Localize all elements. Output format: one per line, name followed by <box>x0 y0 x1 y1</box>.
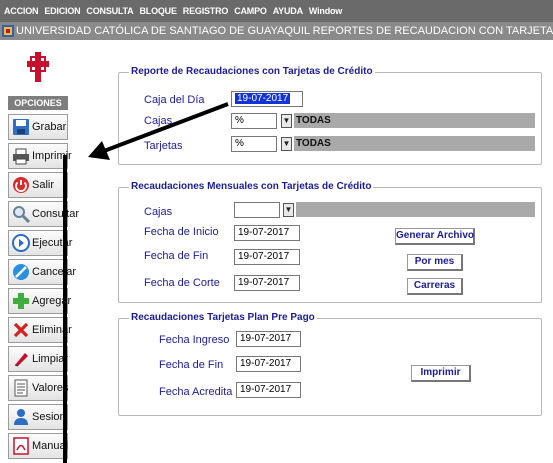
delete-icon <box>13 322 29 338</box>
fecha-fin-prepago-field[interactable]: 19-07-2017 <box>236 356 301 372</box>
fecha-ingreso-label: Fecha Ingreso <box>159 334 230 346</box>
monthly-collections-panel: Recaudaciones Mensuales con Tarjetas de … <box>118 181 542 303</box>
cajas-description: TODAS <box>294 113 535 128</box>
fecha-corte-label: Fecha de Corte <box>144 277 220 289</box>
cancel-icon <box>13 264 29 280</box>
prepaid-plan-collections-panel: Recaudaciones Tarjetas Plan Pre Pago Fec… <box>118 312 542 416</box>
caja-del-dia-value: 19-07-2017 <box>235 93 291 104</box>
eraser-icon <box>14 353 28 367</box>
manual-label: Manual <box>32 440 69 452</box>
fecha-ingreso-field[interactable]: 19-07-2017 <box>236 331 301 347</box>
save-label: Grabar <box>32 121 67 133</box>
menu-consulta[interactable]: CONSULTA <box>86 6 133 16</box>
window-title: UNIVERSIDAD CATÓLICA DE SANTIAGO DE GUAY… <box>16 25 553 37</box>
annotation-arrowhead <box>88 141 110 160</box>
manual-button[interactable]: Manual <box>8 433 68 459</box>
cajas-monthly-dropdown-button[interactable]: ▼ <box>283 203 294 217</box>
cajas-monthly-field[interactable] <box>234 202 280 218</box>
options-header: OPCIONES <box>8 96 68 110</box>
tarjetas-description: TODAS <box>294 136 535 151</box>
session-label: Sesion <box>32 411 66 423</box>
fecha-inicio-field[interactable]: 19-07-2017 <box>234 225 300 241</box>
panel1-title: Reporte de Recaudaciones con Tarjetas de… <box>129 66 375 77</box>
cajas-monthly-description <box>296 202 535 217</box>
fecha-inicio-label: Fecha de Inicio <box>144 226 219 238</box>
add-icon <box>13 293 29 309</box>
panel3-title: Recaudaciones Tarjetas Plan Pre Pago <box>129 312 317 323</box>
query-label: Consultar <box>32 208 80 220</box>
credit-card-collections-report-panel: Reporte de Recaudaciones con Tarjetas de… <box>118 66 542 165</box>
caja-del-dia-field[interactable]: 19-07-2017 <box>231 91 303 107</box>
print-prepaid-button[interactable]: Imprimir <box>411 365 471 382</box>
add-button[interactable]: Agregar <box>8 288 72 314</box>
print-button[interactable]: Imprimir <box>8 143 72 169</box>
fecha-acredita-field[interactable]: 19-07-2017 <box>236 382 301 398</box>
execute-icon <box>12 234 30 252</box>
cancel-label: Cancelar <box>32 266 77 278</box>
window-titlebar: UNIVERSIDAD CATÓLICA DE SANTIAGO DE GUAY… <box>0 22 553 40</box>
menu-bloque[interactable]: BLOQUE <box>139 6 177 16</box>
menu-bar: ACCION EDICION CONSULTA BLOQUE REGISTRO … <box>0 0 553 22</box>
magnifier-icon <box>13 206 30 223</box>
cancel-button[interactable]: Cancelar <box>8 259 76 285</box>
menu-registro[interactable]: REGISTRO <box>183 6 229 16</box>
printer-icon <box>13 148 29 165</box>
app-icon <box>2 25 14 37</box>
values-label: Valores <box>32 382 69 394</box>
save-icon <box>13 119 29 135</box>
execute-button[interactable]: Ejecutar <box>8 230 72 256</box>
fecha-fin-field[interactable]: 19-07-2017 <box>234 249 300 265</box>
menu-accion[interactable]: ACCION <box>4 6 39 16</box>
exit-icon <box>13 177 29 193</box>
careers-button[interactable]: Carreras <box>407 278 463 295</box>
caja-del-dia-label: Caja del Día <box>144 94 205 106</box>
user-icon <box>14 409 28 425</box>
university-logo <box>27 52 49 82</box>
cajas-dropdown-button[interactable]: ▼ <box>281 114 292 128</box>
panel2-title: Recaudaciones Mensuales con Tarjetas de … <box>129 181 374 192</box>
sidebar: OPCIONES Grabar Imprimir Salir Consultar… <box>8 44 79 463</box>
print-label: Imprimir <box>32 150 72 162</box>
query-button[interactable]: Consultar <box>8 201 79 227</box>
exit-label: Salir <box>32 179 55 191</box>
session-button[interactable]: Sesion <box>8 404 68 430</box>
tarjetas-label: Tarjetas <box>144 140 183 152</box>
clear-label: Limpiar <box>32 353 69 365</box>
by-month-button[interactable]: Por mes <box>407 254 463 271</box>
fecha-fin-label: Fecha de Fin <box>144 250 209 262</box>
values-button[interactable]: Valores <box>8 375 68 401</box>
generate-file-button[interactable]: Generar Archivo <box>395 228 475 245</box>
tarjetas-dropdown-button[interactable]: ▼ <box>281 137 292 151</box>
fecha-acredita-label: Fecha Acredita <box>159 386 233 398</box>
add-label: Agregar <box>32 295 72 307</box>
menu-edicion[interactable]: EDICION <box>44 6 80 16</box>
save-button[interactable]: Grabar <box>8 114 68 140</box>
delete-button[interactable]: Eliminar <box>8 317 72 343</box>
exit-button[interactable]: Salir <box>8 172 68 198</box>
cajas-label: Cajas <box>144 115 173 127</box>
menu-window[interactable]: Window <box>309 6 342 16</box>
fecha-corte-field[interactable]: 19-07-2017 <box>234 275 300 291</box>
delete-label: Eliminar <box>32 324 72 336</box>
menu-campo[interactable]: CAMPO <box>234 6 267 16</box>
pdf-icon <box>13 437 29 455</box>
cajas-monthly-label: Cajas <box>144 206 173 218</box>
fecha-fin-prepago-label: Fecha de Fin <box>159 359 224 371</box>
clear-button[interactable]: Limpiar <box>8 346 68 372</box>
cajas-field[interactable]: % <box>231 113 277 129</box>
values-icon <box>14 379 28 397</box>
menu-ayuda[interactable]: AYUDA <box>273 6 303 16</box>
execute-label: Ejecutar <box>32 237 73 249</box>
tarjetas-field[interactable]: % <box>231 136 277 152</box>
